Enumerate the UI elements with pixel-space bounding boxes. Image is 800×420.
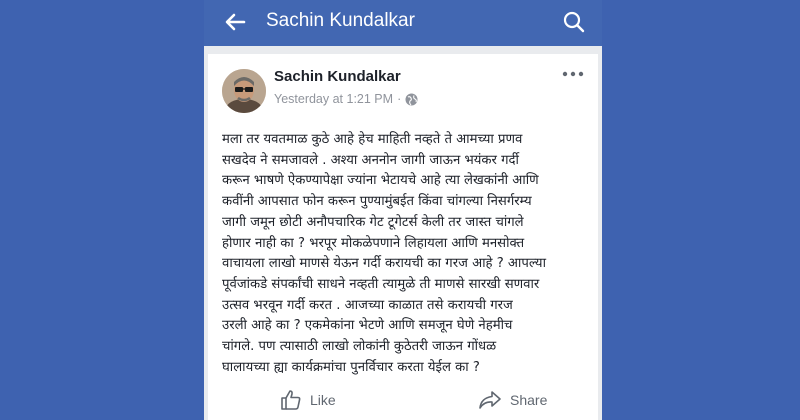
like-label: Like — [310, 392, 336, 408]
like-button[interactable]: Like — [280, 389, 336, 411]
page-title: Sachin Kundalkar — [266, 10, 415, 31]
share-button[interactable]: Share — [478, 389, 547, 411]
post-timestamp[interactable]: Yesterday at 1:21 PM — [274, 92, 393, 106]
avatar[interactable] — [222, 69, 266, 113]
more-options-icon[interactable] — [560, 66, 586, 82]
share-label: Share — [510, 392, 548, 408]
search-icon[interactable] — [562, 10, 586, 34]
share-arrow-icon — [479, 391, 501, 409]
phone-screen: Sachin Kundalkar Sachin Kundalkar Yester… — [204, 0, 602, 420]
meta-separator: · — [397, 92, 402, 106]
back-arrow-icon[interactable] — [222, 9, 248, 35]
globe-icon — [405, 93, 418, 105]
thumbs-up-icon — [281, 390, 301, 410]
post-meta: Yesterday at 1:21 PM · — [274, 92, 418, 106]
post-text: मला तर यवतमाळ कुठे आहे हेच माहिती नव्हते… — [222, 132, 546, 375]
post-card: Sachin Kundalkar Yesterday at 1:21 PM · … — [208, 54, 598, 420]
post-author[interactable]: Sachin Kundalkar — [274, 68, 401, 85]
avatar-image — [222, 69, 266, 113]
post-actions: Like Share — [208, 387, 598, 420]
app-bar: Sachin Kundalkar — [204, 0, 602, 46]
